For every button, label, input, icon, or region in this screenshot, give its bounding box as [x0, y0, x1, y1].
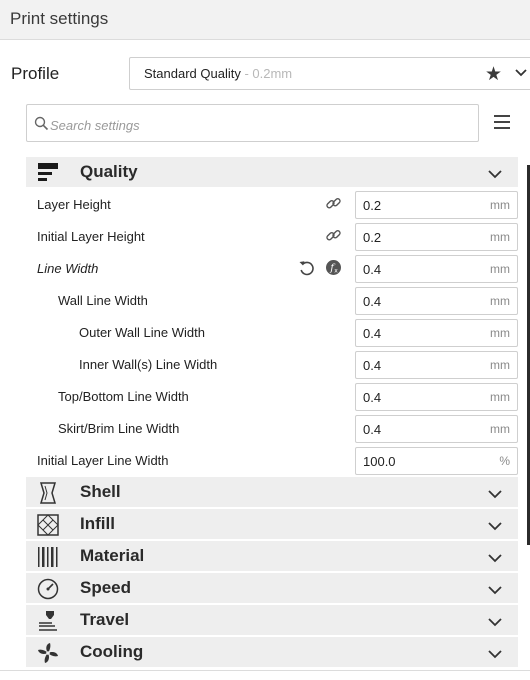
setting-row-top-bottom-line-width: Top/Bottom Line Width 0.4 mm [26, 381, 518, 413]
link-icon[interactable] [325, 195, 342, 217]
chevron-down-icon [488, 166, 502, 184]
formula-icon[interactable]: fx [325, 259, 342, 281]
speed-icon [36, 578, 60, 605]
field-unit: mm [490, 294, 510, 308]
field-unit: mm [490, 230, 510, 244]
initial-layer-line-width-field[interactable]: 100.0 % [355, 447, 518, 475]
link-icon[interactable] [325, 227, 342, 249]
window-title: Print settings [10, 9, 109, 28]
chevron-down-icon [488, 486, 502, 504]
wall-line-width-field[interactable]: 0.4 mm [355, 287, 518, 315]
field-value: 0.2 [363, 230, 382, 245]
line-width-field[interactable]: 0.4 mm [355, 255, 518, 283]
skirt-brim-line-width-field[interactable]: 0.4 mm [355, 415, 518, 443]
setting-label: Wall Line Width [58, 293, 148, 308]
star-icon[interactable]: ★ [485, 63, 502, 86]
category-cooling[interactable]: Cooling [26, 637, 518, 667]
chevron-down-icon [488, 646, 502, 664]
shell-icon [36, 482, 60, 509]
category-quality[interactable]: Quality [26, 157, 518, 187]
title-bar: Print settings [0, 0, 530, 40]
layer-height-field[interactable]: 0.2 mm [355, 191, 518, 219]
divider [0, 670, 530, 671]
setting-row-layer-height: Layer Height 0.2 mm [26, 189, 518, 221]
category-label: Shell [80, 482, 121, 501]
material-icon [36, 546, 60, 573]
initial-layer-height-field[interactable]: 0.2 mm [355, 223, 518, 251]
field-value: 0.4 [363, 294, 382, 309]
setting-row-outer-wall-line-width: Outer Wall Line Width 0.4 mm [26, 317, 518, 349]
travel-icon [36, 610, 60, 637]
chevron-down-icon [488, 582, 502, 600]
field-value: 0.4 [363, 262, 382, 277]
setting-row-initial-layer-line-width: Initial Layer Line Width 100.0 % [26, 445, 518, 477]
field-unit: mm [490, 326, 510, 340]
reset-icon[interactable] [298, 259, 316, 282]
cooling-icon [36, 642, 60, 669]
field-unit: mm [490, 198, 510, 212]
category-travel[interactable]: Travel [26, 605, 518, 635]
field-value: 0.4 [363, 358, 382, 373]
profile-dropdown[interactable]: Standard Quality - 0.2mm ★ [129, 57, 530, 90]
field-value: 0.4 [363, 390, 382, 405]
chevron-down-icon [514, 66, 528, 85]
setting-row-skirt-brim-line-width: Skirt/Brim Line Width 0.4 mm [26, 413, 518, 445]
profile-name: Standard Quality - 0.2mm [144, 66, 292, 81]
field-unit: mm [490, 390, 510, 404]
setting-label: Outer Wall Line Width [79, 325, 205, 340]
field-value: 0.4 [363, 326, 382, 341]
outer-wall-line-width-field[interactable]: 0.4 mm [355, 319, 518, 347]
top-bottom-line-width-field[interactable]: 0.4 mm [355, 383, 518, 411]
category-label: Quality [80, 162, 138, 181]
profile-name-text: Standard Quality [144, 66, 241, 81]
category-label: Cooling [80, 642, 144, 661]
field-value: 0.2 [363, 198, 382, 213]
search-input[interactable]: Search settings [26, 104, 479, 142]
field-unit: % [499, 454, 510, 468]
profile-layer-height: - 0.2mm [240, 66, 293, 81]
category-speed[interactable]: Speed [26, 573, 518, 603]
setting-label: Line Width [37, 261, 99, 276]
field-value: 0.4 [363, 422, 382, 437]
category-label: Infill [80, 514, 115, 533]
category-label: Material [80, 546, 145, 565]
setting-label: Initial Layer Line Width [37, 453, 169, 468]
menu-icon[interactable] [494, 114, 511, 135]
quality-icon [36, 162, 60, 189]
svg-text:x: x [334, 268, 338, 275]
field-unit: mm [490, 422, 510, 436]
setting-label: Skirt/Brim Line Width [58, 421, 180, 436]
category-infill[interactable]: Infill [26, 509, 518, 539]
chevron-down-icon [488, 614, 502, 632]
setting-label: Layer Height [37, 197, 111, 212]
setting-label: Initial Layer Height [37, 229, 145, 244]
profile-label: Profile [11, 64, 60, 83]
category-shell[interactable]: Shell [26, 477, 518, 507]
setting-row-inner-wall-line-width: Inner Wall(s) Line Width 0.4 mm [26, 349, 518, 381]
field-unit: mm [490, 358, 510, 372]
category-label: Travel [80, 610, 130, 629]
search-placeholder: Search settings [50, 118, 140, 133]
field-unit: mm [490, 262, 510, 276]
field-value: 100.0 [363, 454, 396, 469]
search-icon [34, 116, 49, 136]
category-label: Speed [80, 578, 132, 597]
setting-label: Inner Wall(s) Line Width [79, 357, 218, 372]
infill-icon [36, 514, 60, 541]
chevron-down-icon [488, 518, 502, 536]
inner-wall-line-width-field[interactable]: 0.4 mm [355, 351, 518, 379]
setting-row-line-width: Line Width fx 0.4 mm [26, 253, 518, 285]
setting-row-initial-layer-height: Initial Layer Height 0.2 mm [26, 221, 518, 253]
category-material[interactable]: Material [26, 541, 518, 571]
chevron-down-icon [488, 550, 502, 568]
setting-label: Top/Bottom Line Width [58, 389, 189, 404]
setting-row-wall-line-width: Wall Line Width 0.4 mm [26, 285, 518, 317]
